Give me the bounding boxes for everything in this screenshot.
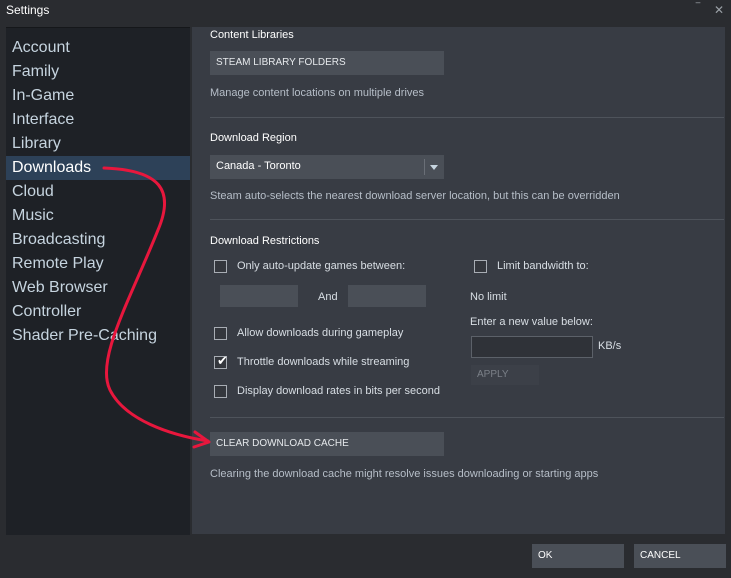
sidebar-item-in-game[interactable]: In-Game xyxy=(6,84,190,108)
sidebar-item-web-browser[interactable]: Web Browser xyxy=(6,276,190,300)
allow-downloads-gameplay-label: Allow downloads during gameplay xyxy=(237,327,404,339)
title-bar: Settings ‾ ✕ xyxy=(0,0,731,22)
steam-library-folders-button[interactable]: STEAM LIBRARY FOLDERS xyxy=(210,51,444,75)
sidebar-item-music[interactable]: Music xyxy=(6,204,190,228)
section-divider xyxy=(210,417,724,418)
apply-button[interactable]: APPLY xyxy=(471,365,539,385)
sidebar-item-downloads[interactable]: Downloads xyxy=(6,156,190,180)
close-icon[interactable]: ✕ xyxy=(714,3,724,17)
limit-bandwidth-checkbox[interactable] xyxy=(474,260,487,273)
sidebar-item-family[interactable]: Family xyxy=(6,60,190,84)
auto-update-label: Only auto-update games between: xyxy=(237,260,406,272)
auto-update-end-time[interactable] xyxy=(348,285,426,307)
sidebar-item-shader-pre-caching[interactable]: Shader Pre-Caching xyxy=(6,324,190,348)
sidebar-item-cloud[interactable]: Cloud xyxy=(6,180,190,204)
section-divider xyxy=(210,117,724,118)
auto-update-checkbox[interactable] xyxy=(214,260,227,273)
bandwidth-input[interactable] xyxy=(471,336,593,358)
settings-sidebar: Account Family In-Game Interface Library… xyxy=(6,27,190,535)
sidebar-item-account[interactable]: Account xyxy=(6,36,190,60)
section-divider xyxy=(210,219,724,220)
sidebar-item-controller[interactable]: Controller xyxy=(6,300,190,324)
sidebar-item-broadcasting[interactable]: Broadcasting xyxy=(6,228,190,252)
sidebar-item-library[interactable]: Library xyxy=(6,132,190,156)
throttle-downloads-label: Throttle downloads while streaming xyxy=(237,356,410,368)
cancel-button[interactable]: CANCEL xyxy=(634,544,726,568)
download-region-value: Canada - Toronto xyxy=(216,160,301,172)
bits-per-second-label: Display download rates in bits per secon… xyxy=(237,385,441,397)
ok-button[interactable]: OK xyxy=(532,544,624,568)
and-label: And xyxy=(318,291,338,303)
sidebar-item-interface[interactable]: Interface xyxy=(6,108,190,132)
auto-update-start-time[interactable] xyxy=(220,285,298,307)
download-region-dropdown[interactable]: Canada - Toronto xyxy=(210,155,444,179)
bits-per-second-checkbox[interactable] xyxy=(214,385,227,398)
limit-bandwidth-label: Limit bandwidth to: xyxy=(497,260,589,272)
minimize-button[interactable]: ‾ xyxy=(696,1,700,15)
clear-download-cache-button[interactable]: CLEAR DOWNLOAD CACHE xyxy=(210,432,444,456)
bandwidth-unit-label: KB/s xyxy=(598,340,622,352)
download-region-description: Steam auto-selects the nearest download … xyxy=(210,190,620,202)
checkmark-icon: ✔ xyxy=(217,354,228,369)
no-limit-label: No limit xyxy=(470,291,507,303)
downloads-settings-panel: Content Libraries STEAM LIBRARY FOLDERS … xyxy=(192,27,725,534)
dropdown-separator xyxy=(424,159,425,175)
clear-cache-description: Clearing the download cache might resolv… xyxy=(210,468,599,480)
download-region-title: Download Region xyxy=(210,132,297,144)
content-libraries-title: Content Libraries xyxy=(210,29,294,41)
sidebar-item-remote-play[interactable]: Remote Play xyxy=(6,252,190,276)
window-title: Settings xyxy=(6,3,50,17)
download-restrictions-title: Download Restrictions xyxy=(210,235,320,247)
throttle-downloads-checkbox[interactable]: ✔ xyxy=(214,354,228,369)
content-libraries-description: Manage content locations on multiple dri… xyxy=(210,87,425,99)
new-value-label: Enter a new value below: xyxy=(470,316,593,328)
chevron-down-icon xyxy=(430,165,438,170)
allow-downloads-gameplay-checkbox[interactable] xyxy=(214,327,227,340)
